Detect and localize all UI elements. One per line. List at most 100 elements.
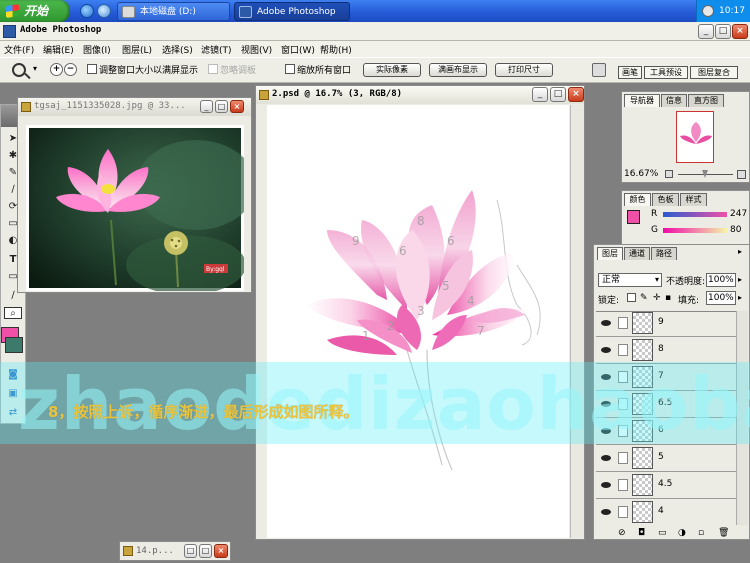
fit-on-screen-button[interactable]: 满画布显示 — [429, 63, 487, 77]
layers-menu-arrow-icon[interactable]: ▸ — [738, 247, 748, 257]
file-browser-icon[interactable] — [592, 63, 606, 77]
menu-view[interactable]: 视图(V) — [241, 43, 272, 56]
zoom-tool-icon[interactable] — [12, 63, 26, 77]
minimized-maximize-button[interactable]: □ — [199, 544, 212, 558]
explorer-icon[interactable] — [97, 4, 111, 18]
resize-window-checkbox[interactable] — [87, 64, 97, 74]
tab-swatches[interactable]: 色板 — [652, 193, 679, 206]
layer-row-5[interactable]: 5 — [596, 445, 746, 472]
ie-icon[interactable] — [80, 4, 94, 18]
menu-layer[interactable]: 图层(L) — [122, 43, 152, 56]
print-size-button[interactable]: 打印尺寸 — [495, 63, 553, 77]
layer-row-9[interactable]: 9 — [596, 312, 746, 337]
channel-g-value[interactable]: 80 — [730, 225, 741, 235]
fill-field[interactable]: 100% — [706, 291, 736, 305]
layer-row-8[interactable]: 8 — [596, 337, 746, 364]
channel-r-slider[interactable] — [663, 212, 727, 217]
actual-pixels-button[interactable]: 实际像素 — [363, 63, 421, 77]
eye-icon[interactable] — [601, 455, 611, 461]
menu-help[interactable]: 帮助(H) — [320, 43, 352, 56]
new-set-icon[interactable]: ▭ — [658, 527, 667, 539]
lock-transparency-icon[interactable] — [627, 293, 636, 302]
layer-style-icon[interactable]: ⊘ — [618, 527, 626, 539]
menu-edit[interactable]: 编辑(E) — [43, 43, 74, 56]
channel-r-value[interactable]: 247 — [730, 209, 747, 219]
menu-select[interactable]: 选择(S) — [162, 43, 193, 56]
eye-icon[interactable] — [601, 482, 611, 488]
task-local-disk[interactable]: 本地磁盘 (D:) — [117, 2, 230, 21]
main-minimize-button[interactable]: _ — [532, 87, 548, 102]
new-layer-icon[interactable]: ▫ — [698, 527, 704, 539]
link-box[interactable] — [618, 317, 628, 329]
tab-info[interactable]: 信息 — [661, 94, 687, 107]
tool-preset-dropdown[interactable]: ▾ — [33, 64, 37, 73]
app-maximize-button[interactable]: □ — [715, 24, 731, 39]
opacity-arrow-icon[interactable]: ▸ — [738, 275, 742, 284]
link-box[interactable] — [618, 344, 628, 356]
tab-styles[interactable]: 样式 — [680, 193, 707, 206]
menu-file[interactable]: 文件(F) — [4, 43, 34, 56]
app-close-button[interactable]: × — [732, 24, 748, 39]
layer-row-4-5[interactable]: 4.5 — [596, 472, 746, 499]
ignore-palettes-checkbox[interactable] — [208, 64, 218, 74]
tab-paths[interactable]: 路径 — [651, 247, 677, 260]
eye-icon[interactable] — [601, 509, 611, 515]
delete-layer-icon[interactable]: 🗑 — [718, 527, 729, 539]
menu-image[interactable]: 图像(I) — [83, 43, 111, 56]
navigator-thumbnail[interactable] — [676, 111, 714, 163]
well-tab-brushes[interactable]: 画笔 — [618, 66, 642, 79]
main-close-button[interactable]: × — [568, 87, 584, 102]
main-maximize-button[interactable]: □ — [550, 87, 566, 102]
minimized-document-window[interactable]: 14.p... □ □ × — [119, 541, 231, 561]
start-button[interactable]: 开始 — [0, 0, 70, 22]
zoom-out-button[interactable]: − — [64, 63, 77, 76]
background-color-swatch[interactable] — [5, 337, 23, 353]
zoom-tool-button-icon[interactable]: ⌕ — [4, 307, 22, 319]
opacity-field[interactable]: 100% — [706, 273, 736, 287]
tab-color[interactable]: 颜色 — [624, 193, 651, 206]
main-canvas[interactable]: 8 6 9 6 5 4 3 2 1 7 — [267, 105, 569, 538]
app-minimize-button[interactable]: _ — [698, 24, 714, 39]
tab-channels[interactable]: 通道 — [624, 247, 650, 260]
photo-close-button[interactable]: × — [230, 100, 244, 113]
channel-g-slider[interactable] — [663, 228, 727, 233]
menu-window[interactable]: 窗口(W) — [281, 43, 315, 56]
navigator-zoom-in-icon[interactable] — [737, 170, 746, 179]
link-box[interactable] — [618, 452, 628, 464]
tab-layers[interactable]: 图层 — [597, 247, 623, 260]
color-foreground-swatch[interactable] — [627, 210, 640, 224]
eye-icon[interactable] — [601, 347, 611, 353]
minimized-restore-button[interactable]: □ — [184, 544, 197, 558]
volume-icon[interactable] — [702, 5, 714, 17]
tab-histogram[interactable]: 直方图 — [688, 94, 724, 107]
lock-pixels-icon[interactable]: ✎ — [640, 293, 648, 303]
photo-document-title-bar: tgsaj_1151335028.jpg @ 33... _ □ × — [18, 98, 251, 116]
lock-position-icon[interactable]: ✛ — [653, 293, 661, 303]
lock-all-icon[interactable]: ▪ — [665, 293, 671, 303]
link-box[interactable] — [618, 479, 628, 491]
photo-minimize-button[interactable]: _ — [200, 100, 213, 113]
photo-maximize-button[interactable]: □ — [215, 100, 228, 113]
navigator-zoom-out-icon[interactable] — [665, 170, 673, 178]
layer-row-4[interactable]: 4 — [596, 499, 746, 525]
main-vertical-scrollbar[interactable] — [570, 105, 584, 538]
photo-canvas[interactable]: By:gql — [26, 125, 244, 291]
lotus-photo-image: By:gql — [29, 128, 244, 291]
link-box[interactable] — [618, 506, 628, 518]
zoom-in-button[interactable]: + — [50, 63, 63, 76]
color-panel: 颜色 色板 样式 R 247 G 80 — [621, 190, 750, 245]
well-tab-tool-presets[interactable]: 工具预设 — [644, 66, 688, 79]
navigator-zoom-value[interactable]: 16.67% — [624, 169, 658, 179]
menu-filter[interactable]: 滤镜(T) — [201, 43, 232, 56]
fill-arrow-icon[interactable]: ▸ — [738, 293, 742, 302]
well-tab-layer-comps[interactable]: 图层复合 — [690, 66, 738, 79]
eye-icon[interactable] — [601, 320, 611, 326]
adjustment-layer-icon[interactable]: ◑ — [678, 527, 686, 539]
task-photoshop[interactable]: Adobe Photoshop — [234, 2, 350, 21]
layer-thumbnail — [632, 474, 653, 496]
tab-navigator[interactable]: 导航器 — [624, 94, 660, 107]
zoom-all-checkbox[interactable] — [285, 64, 295, 74]
minimized-close-button[interactable]: × — [214, 544, 228, 558]
blend-mode-select[interactable]: 正常 ▾ — [598, 273, 662, 287]
layer-mask-icon[interactable]: ◘ — [638, 527, 645, 539]
